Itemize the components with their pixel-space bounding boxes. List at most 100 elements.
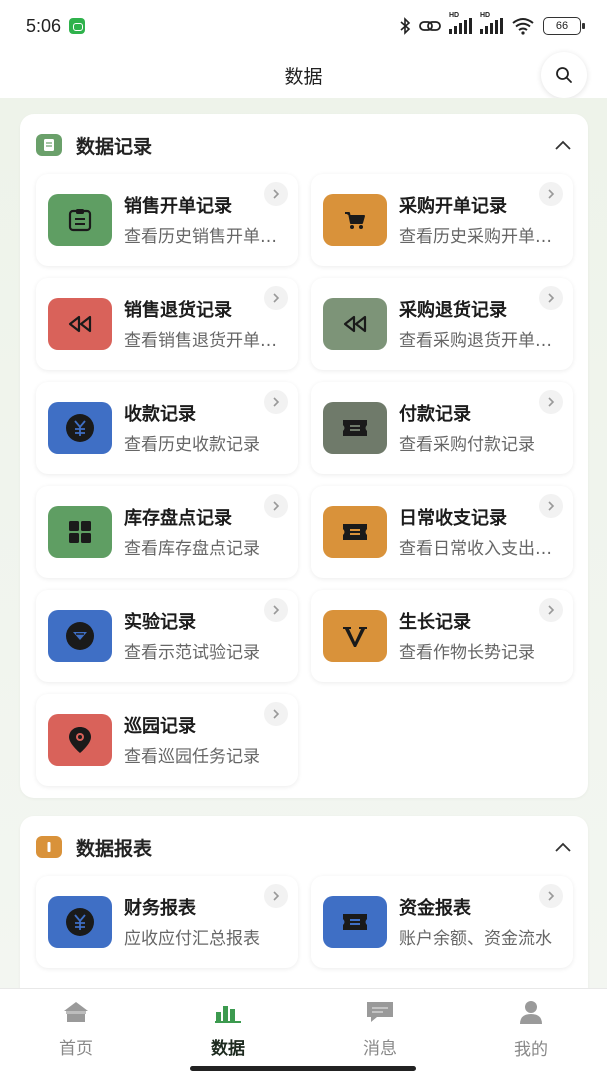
- card-title: 财务报表: [124, 898, 196, 919]
- card-description: 查看采购退货开单记录: [399, 331, 563, 351]
- yen-icon: [48, 896, 112, 948]
- card-title: 实验记录: [124, 612, 196, 633]
- card-description: 查看历史销售开单记录: [124, 227, 288, 247]
- card-description: 查看示范试验记录: [124, 643, 260, 663]
- clipboard-icon: [48, 194, 112, 246]
- wechat-notification-icon: [69, 18, 86, 34]
- battery-icon: 66: [543, 17, 585, 35]
- tab-data[interactable]: 数据: [178, 999, 278, 1059]
- section-data-records: 数据记录 销售开单记录 查看历史销售开单记录 采购开单记录 查看历史采购开单记录: [20, 114, 588, 798]
- rewind-icon: [48, 298, 112, 350]
- card-title: 收款记录: [124, 404, 196, 425]
- pin-icon: [48, 714, 112, 766]
- status-bar: 5:06 HD HD 66: [0, 0, 607, 52]
- home-icon: [61, 999, 91, 1024]
- chevron-right-icon: [264, 390, 288, 414]
- home-indicator[interactable]: [190, 1066, 416, 1071]
- grid-icon: [48, 506, 112, 558]
- tab-profile[interactable]: 我的: [481, 999, 581, 1060]
- card-inventory-count-records[interactable]: 库存盘点记录 查看库存盘点记录: [36, 486, 298, 578]
- card-description: 查看库存盘点记录: [124, 539, 260, 559]
- card-experiment-records[interactable]: 实验记录 查看示范试验记录: [36, 590, 298, 682]
- card-description: 查看销售退货开单记录: [124, 331, 288, 351]
- tab-label: 我的: [514, 1040, 548, 1060]
- section-header[interactable]: 数据报表: [20, 816, 588, 876]
- chevron-right-icon: [264, 598, 288, 622]
- card-title: 巡园记录: [124, 716, 196, 737]
- signal-icon-2: HD: [480, 12, 503, 34]
- signal-icon: HD: [449, 12, 472, 34]
- card-description: 查看采购付款记录: [399, 435, 535, 455]
- card-title: 采购开单记录: [399, 196, 507, 217]
- ticket-icon: [323, 896, 387, 948]
- card-title: 付款记录: [399, 404, 471, 425]
- card-description: 查看历史采购开单记录: [399, 227, 563, 247]
- card-description: 查看作物长势记录: [399, 643, 535, 663]
- ticket-icon: [323, 402, 387, 454]
- section-header[interactable]: 数据记录: [20, 114, 588, 174]
- bar-chart-icon: [213, 999, 243, 1024]
- card-description: 账户余额、资金流水: [399, 929, 552, 949]
- diamond-icon: [48, 610, 112, 662]
- section-title: 数据报表: [76, 838, 153, 860]
- chevron-right-icon: [539, 390, 563, 414]
- card-daily-income-expense-records[interactable]: 日常收支记录 查看日常收入支出记录: [311, 486, 573, 578]
- rewind-icon: [323, 298, 387, 350]
- tab-label: 首页: [59, 1039, 93, 1059]
- card-financial-report[interactable]: 财务报表 应收应付汇总报表: [36, 876, 298, 968]
- card-title: 销售退货记录: [124, 300, 232, 321]
- search-icon: [556, 67, 572, 83]
- chevron-up-icon[interactable]: [552, 134, 574, 156]
- hd-label-2: HD: [480, 12, 491, 19]
- card-title: 库存盘点记录: [124, 508, 232, 529]
- link-icon: [419, 21, 441, 31]
- card-payment-records[interactable]: 付款记录 查看采购付款记录: [311, 382, 573, 474]
- card-funds-report[interactable]: 资金报表 账户余额、资金流水: [311, 876, 573, 968]
- section-data-reports: 数据报表 财务报表 应收应付汇总报表 资金报表 账户余额、资金流水: [20, 816, 588, 988]
- chevron-right-icon: [539, 884, 563, 908]
- card-description: 查看日常收入支出记录: [399, 539, 563, 559]
- message-icon: [365, 999, 395, 1024]
- card-description: 查看历史收款记录: [124, 435, 260, 455]
- card-title: 销售开单记录: [124, 196, 232, 217]
- report-icon: [36, 836, 62, 858]
- chevron-right-icon: [264, 182, 288, 206]
- chevron-right-icon: [539, 598, 563, 622]
- card-title: 资金报表: [399, 898, 471, 919]
- card-sales-order-records[interactable]: 销售开单记录 查看历史销售开单记录: [36, 174, 298, 266]
- tab-label: 数据: [211, 1039, 245, 1059]
- tab-label: 消息: [363, 1039, 397, 1059]
- chevron-right-icon: [264, 884, 288, 908]
- card-title: 日常收支记录: [399, 508, 507, 529]
- chevron-right-icon: [539, 182, 563, 206]
- status-icons: HD HD 66: [399, 12, 585, 35]
- search-button[interactable]: [541, 52, 587, 98]
- card-receipt-records[interactable]: 收款记录 查看历史收款记录: [36, 382, 298, 474]
- chevron-right-icon: [264, 286, 288, 310]
- chevron-up-icon[interactable]: [552, 836, 574, 858]
- hd-label: HD: [449, 12, 460, 19]
- section-title: 数据记录: [76, 136, 153, 158]
- card-purchase-return-records[interactable]: 采购退货记录 查看采购退货开单记录: [311, 278, 573, 370]
- status-time-group: 5:06: [26, 16, 86, 37]
- ticket-icon: [323, 506, 387, 558]
- bluetooth-icon: [400, 17, 411, 35]
- document-icon: [36, 134, 62, 156]
- card-purchase-order-records[interactable]: 采购开单记录 查看历史采购开单记录: [311, 174, 573, 266]
- person-icon: [516, 999, 546, 1025]
- chevron-right-icon: [539, 286, 563, 310]
- chevron-right-icon: [539, 494, 563, 518]
- chevron-right-icon: [264, 702, 288, 726]
- tab-messages[interactable]: 消息: [330, 999, 430, 1059]
- tab-home[interactable]: 首页: [26, 999, 126, 1059]
- card-description: 查看巡园任务记录: [124, 747, 260, 767]
- card-sales-return-records[interactable]: 销售退货记录 查看销售退货开单记录: [36, 278, 298, 370]
- card-title: 采购退货记录: [399, 300, 507, 321]
- content-scroll-area[interactable]: 数据记录 销售开单记录 查看历史销售开单记录 采购开单记录 查看历史采购开单记录: [0, 98, 607, 988]
- chevron-right-icon: [264, 494, 288, 518]
- v-icon: [323, 610, 387, 662]
- card-growth-records[interactable]: 生长记录 查看作物长势记录: [311, 590, 573, 682]
- card-description: 应收应付汇总报表: [124, 929, 260, 949]
- page-title: 数据: [284, 65, 323, 88]
- card-patrol-records[interactable]: 巡园记录 查看巡园任务记录: [36, 694, 298, 786]
